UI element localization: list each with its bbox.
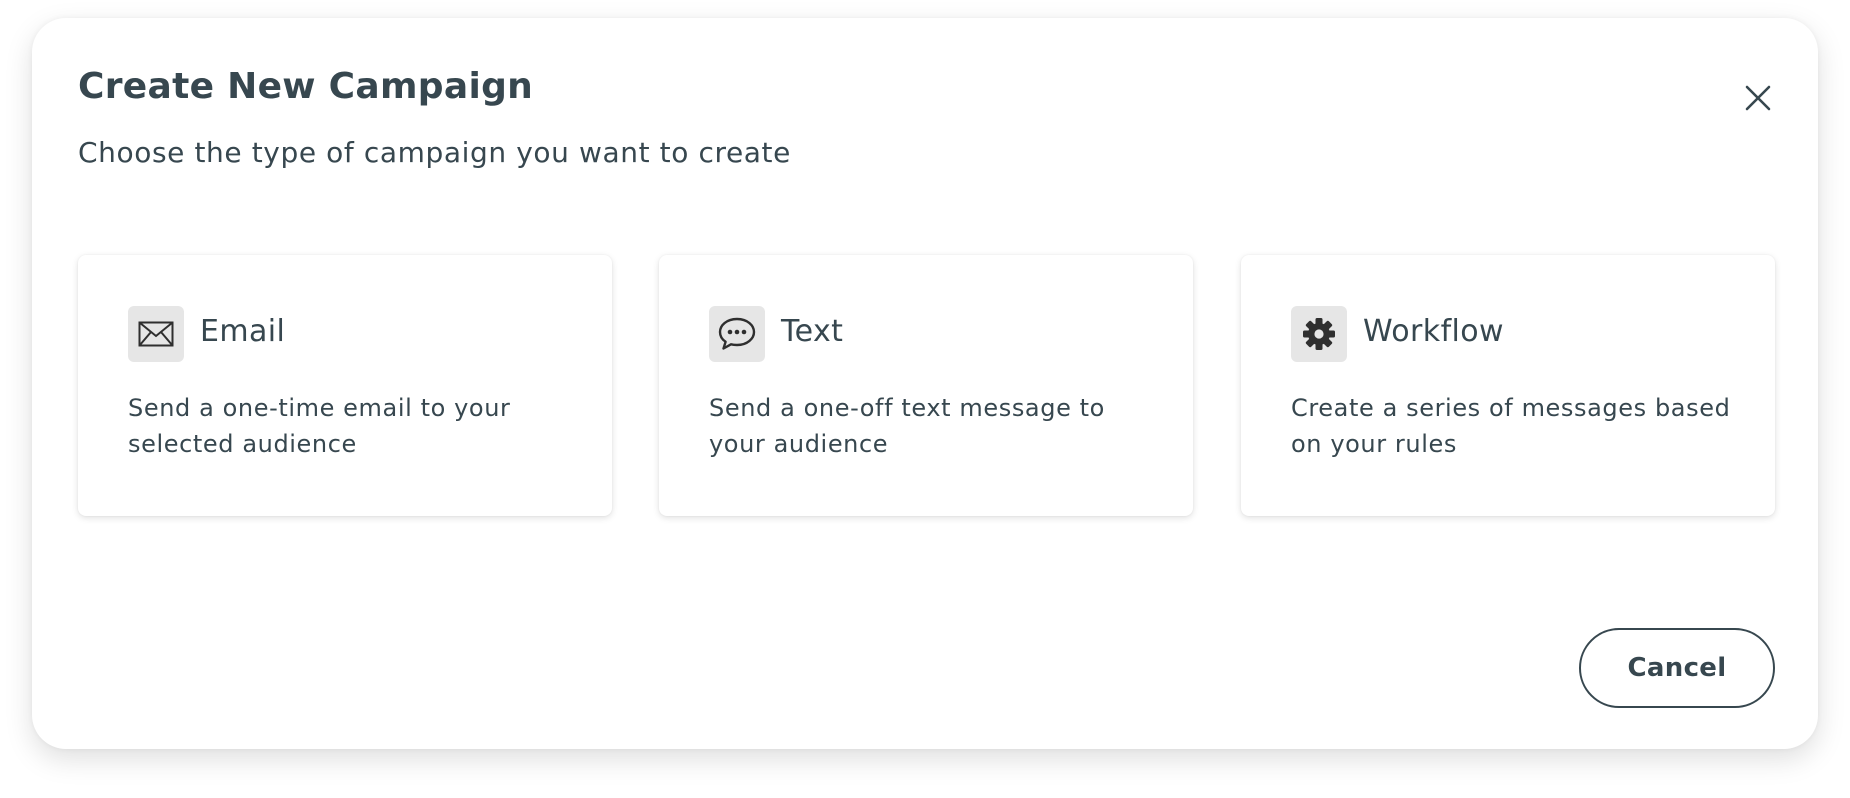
campaign-option-text[interactable]: Text Send a one-off text message to your… [659,255,1193,516]
close-icon [1745,85,1771,111]
dialog-title: Create New Campaign [78,66,534,107]
campaign-option-title: Text [781,314,844,349]
create-campaign-dialog: Create New Campaign Choose the type of c… [32,18,1818,749]
campaign-option-workflow[interactable]: Workflow Create a series of messages bas… [1241,255,1775,516]
dialog-subtitle: Choose the type of campaign you want to … [78,136,791,169]
cancel-button[interactable]: Cancel [1579,628,1775,708]
campaign-type-options: Email Send a one-time email to your sele… [78,255,1775,516]
close-button[interactable] [1732,72,1784,124]
chat-bubble-icon [718,317,756,350]
campaign-option-description: Send a one-time email to your selected a… [128,394,511,458]
gear-icon [1303,318,1335,350]
text-icon-tile [709,306,765,362]
email-icon-tile [128,306,184,362]
campaign-option-title: Email [200,314,286,349]
campaign-option-email[interactable]: Email Send a one-time email to your sele… [78,255,612,516]
campaign-option-title: Workflow [1363,314,1504,349]
envelope-icon [138,321,174,347]
campaign-option-description: Create a series of messages based on you… [1291,394,1731,458]
workflow-icon-tile [1291,306,1347,362]
campaign-option-description: Send a one-off text message to your audi… [709,394,1105,458]
